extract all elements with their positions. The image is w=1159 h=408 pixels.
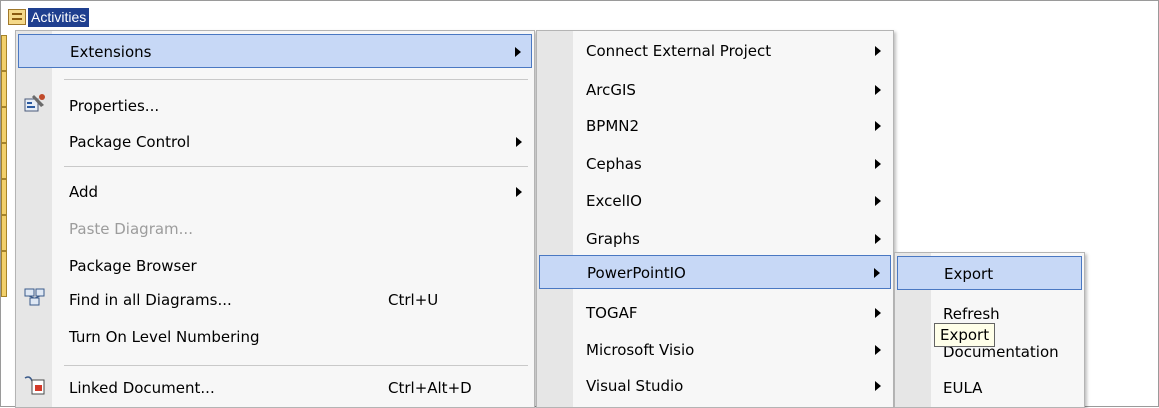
menu-item-properties[interactable]: Properties... (18, 89, 532, 123)
menu-item-linked-document[interactable]: Linked Document... Ctrl+Alt+D (18, 371, 532, 405)
menu-item-label: BPMN2 (586, 117, 640, 135)
menu-item-label: Properties... (69, 97, 160, 115)
menu-item-excelio[interactable]: ExcelIO (539, 184, 891, 218)
menu-item-label: Package Browser (69, 257, 197, 275)
package-shape (1, 35, 7, 71)
submenu-arrow-icon (875, 159, 881, 169)
menu-item-arcgis[interactable]: ArcGIS (539, 73, 891, 107)
menu-item-turn-on-level-numbering[interactable]: Turn On Level Numbering (18, 320, 532, 354)
package-shape (1, 251, 7, 297)
menu-item-shortcut: Ctrl+Alt+D (388, 379, 472, 397)
menu-item-paste-diagram[interactable]: Paste Diagram... (18, 212, 532, 246)
submenu-arrow-icon (515, 47, 521, 57)
properties-icon (24, 94, 45, 112)
submenu-arrow-icon (875, 308, 881, 318)
menu-item-add[interactable]: Add (18, 175, 532, 209)
menu-item-package-control[interactable]: Package Control (18, 125, 532, 159)
menu-item-label: PowerPointIO (587, 264, 686, 282)
submenu-arrow-icon (875, 234, 881, 244)
menu-item-label: Visual Studio (586, 377, 684, 395)
package-shape (1, 215, 7, 251)
package-shape (1, 143, 7, 179)
find-diagrams-icon (24, 288, 45, 306)
menu-item-extensions[interactable]: Extensions (18, 34, 532, 68)
menu-item-label: Linked Document... (69, 379, 215, 397)
menu-item-label: ExcelIO (586, 192, 642, 210)
menu-item-cephas[interactable]: Cephas (539, 147, 891, 181)
package-shape (1, 179, 7, 215)
submenu-arrow-icon (516, 187, 522, 197)
submenu-arrow-icon (875, 46, 881, 56)
submenu-arrow-icon (875, 196, 881, 206)
menu-item-label: Connect External Project (586, 42, 772, 60)
menu-item-microsoft-visio[interactable]: Microsoft Visio (539, 333, 891, 367)
menu-item-label: Microsoft Visio (586, 341, 695, 359)
menu-separator (64, 79, 528, 80)
tooltip: Export (934, 323, 996, 347)
menu-item-label: Graphs (586, 230, 640, 248)
menu-separator (64, 166, 528, 167)
submenu-arrow-icon (516, 137, 522, 147)
submenu-arrow-icon (875, 345, 881, 355)
menu-item-bpmn2[interactable]: BPMN2 (539, 109, 891, 143)
menu-item-label: Paste Diagram... (69, 220, 193, 238)
menu-item-export[interactable]: Export (897, 256, 1082, 290)
menu-item-shortcut: Ctrl+U (388, 291, 439, 309)
menu-item-connect-external-project[interactable]: Connect External Project (539, 34, 891, 68)
menu-item-label: TOGAF (586, 304, 638, 322)
tree-node-activities[interactable]: Activities (8, 6, 90, 28)
menu-item-visual-studio[interactable]: Visual Studio (539, 369, 891, 403)
diagram-canvas: Activities Extensions Properties... Pack… (0, 0, 1159, 408)
context-menu: Extensions Properties... Package Control… (15, 30, 535, 408)
package-shape (1, 107, 7, 143)
menu-item-find-in-all-diagrams[interactable]: Find in all Diagrams... Ctrl+U (18, 283, 532, 317)
menu-item-label: Turn On Level Numbering (69, 328, 260, 346)
submenu-arrow-icon (875, 121, 881, 131)
menu-item-label: Cephas (586, 155, 642, 173)
package-shape (1, 71, 7, 107)
menu-item-label: Package Control (69, 133, 191, 151)
menu-item-package-browser[interactable]: Package Browser (18, 249, 532, 283)
submenu-arrow-icon (874, 268, 880, 278)
menu-item-eula[interactable]: EULA (897, 371, 1082, 405)
menu-item-label: Extensions (70, 43, 152, 61)
submenu-arrow-icon (875, 381, 881, 391)
menu-item-label: Export (944, 265, 994, 283)
menu-item-label: EULA (943, 379, 983, 397)
linked-document-icon (24, 376, 45, 395)
submenu-arrow-icon (875, 85, 881, 95)
menu-item-powerpointio[interactable]: PowerPointIO (539, 255, 891, 289)
menu-item-togaf[interactable]: TOGAF (539, 296, 891, 330)
menu-separator (64, 365, 528, 366)
menu-item-label: Add (69, 183, 99, 201)
menu-item-graphs[interactable]: Graphs (539, 222, 891, 256)
tree-node-label: Activities (28, 7, 90, 27)
package-tree-icon (8, 9, 26, 25)
extensions-submenu: Connect External Project ArcGIS BPMN2 Ce… (536, 30, 894, 408)
menu-item-label: Find in all Diagrams... (69, 291, 232, 309)
menu-item-label: Refresh (943, 305, 1000, 323)
menu-item-label: ArcGIS (586, 81, 636, 99)
